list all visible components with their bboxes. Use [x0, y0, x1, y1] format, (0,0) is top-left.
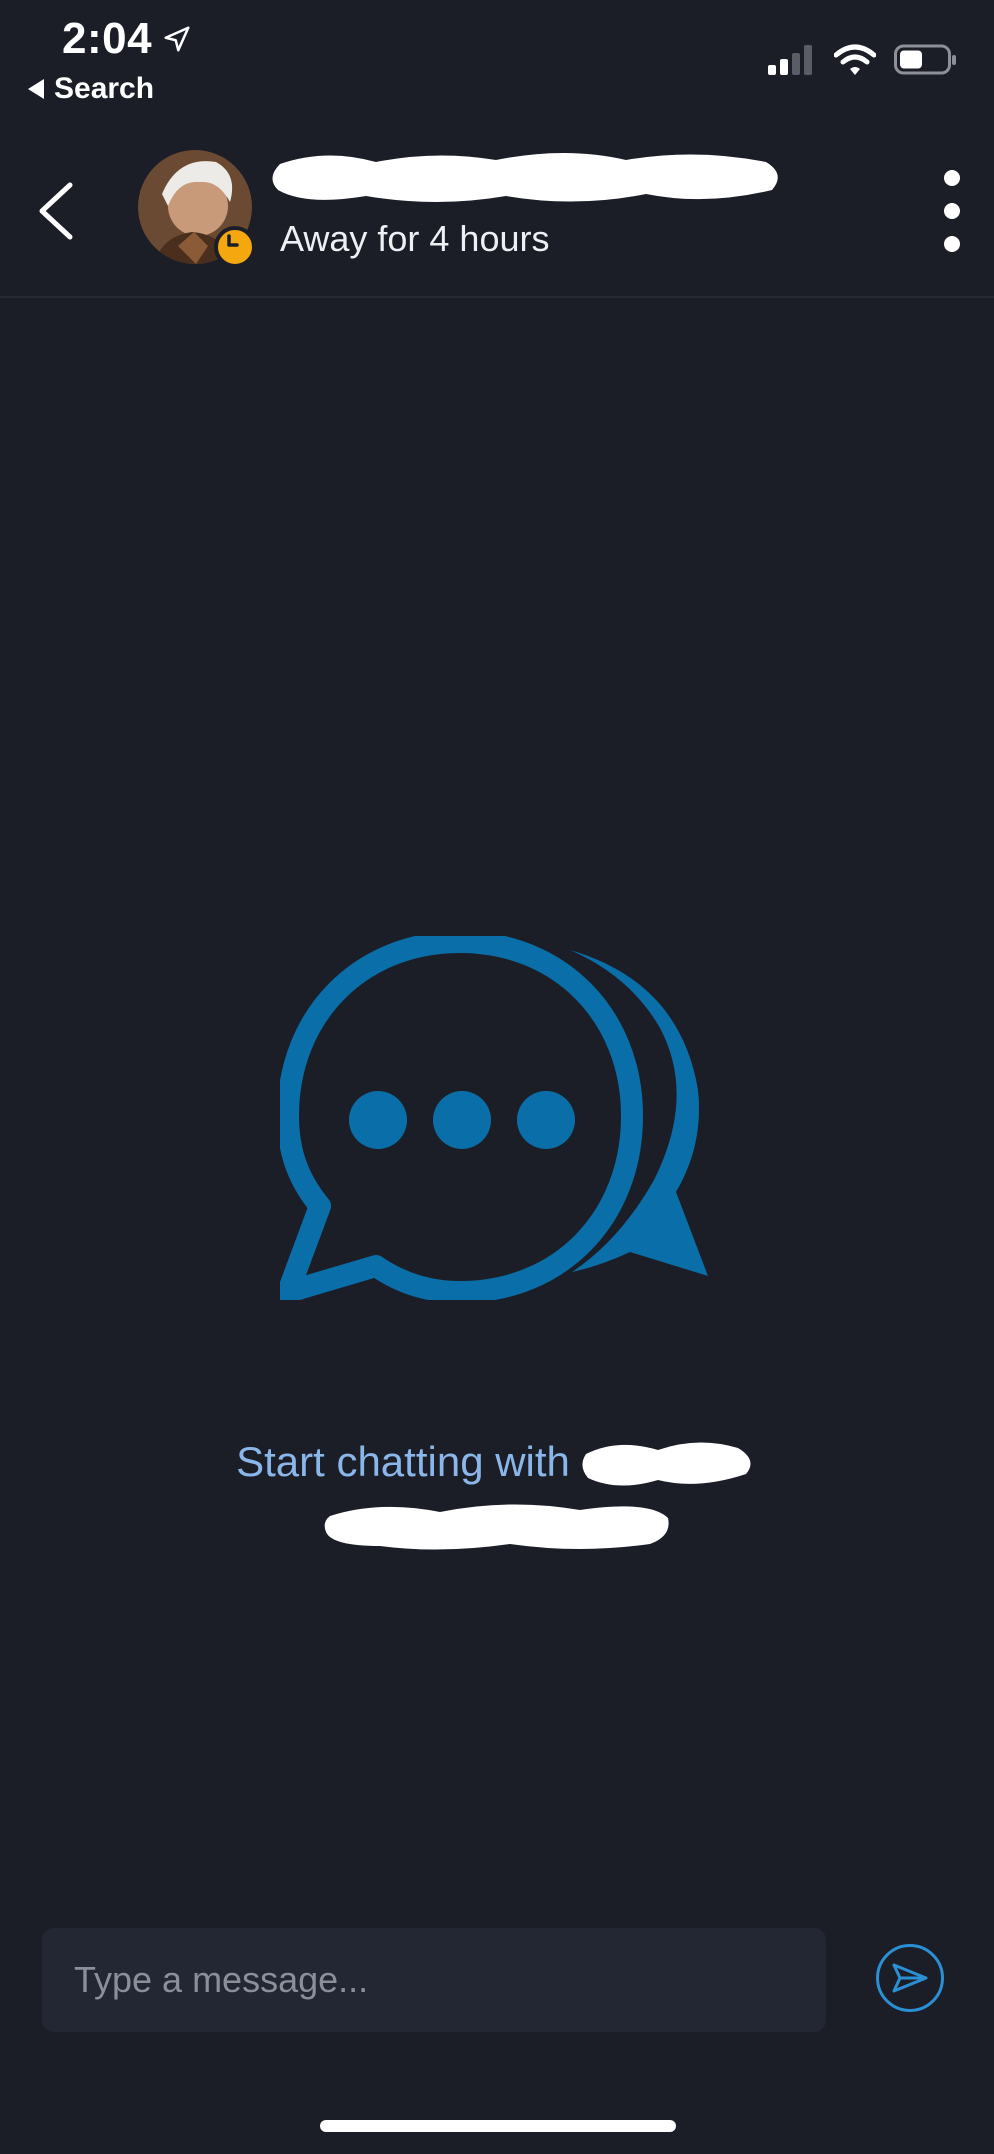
more-vertical-icon-dot: [944, 203, 960, 219]
status-indicators: [768, 44, 958, 76]
more-options-button[interactable]: [930, 170, 974, 252]
chat-header: Away for 4 hours: [0, 140, 994, 298]
more-vertical-icon-dot: [944, 170, 960, 186]
back-to-app-label: Search: [54, 72, 155, 105]
contact-avatar[interactable]: [138, 150, 256, 268]
chat-bubbles-icon: [280, 936, 708, 1300]
contact-name-redacted: [272, 153, 778, 202]
back-to-search-link[interactable]: Search: [28, 72, 154, 106]
send-icon: [892, 1963, 928, 1993]
clock-icon: [227, 234, 239, 247]
presence-status: Away for 4 hours: [280, 218, 550, 259]
start-chatting-prompt: Start chatting with: [0, 1434, 994, 1554]
location-arrow-icon: [164, 26, 190, 52]
contact-name-redacted: [324, 1504, 669, 1550]
back-button[interactable]: [24, 174, 88, 248]
status-bar-time: 2:04: [62, 14, 192, 64]
battery-icon: [894, 44, 956, 75]
wifi-icon: [834, 44, 876, 75]
clock-time: 2:04: [62, 14, 153, 63]
chevron-left-icon: [39, 182, 73, 240]
more-vertical-icon-dot: [944, 236, 960, 252]
away-status-badge: [214, 226, 256, 268]
cellular-signal-icon: [768, 45, 812, 75]
send-button[interactable]: [876, 1944, 944, 2012]
contact-name-redacted: [582, 1442, 751, 1486]
start-chatting-text: Start chatting with: [236, 1438, 570, 1485]
message-input[interactable]: [42, 1928, 826, 2032]
home-indicator[interactable]: [320, 2120, 676, 2132]
back-triangle-icon: [28, 79, 44, 99]
